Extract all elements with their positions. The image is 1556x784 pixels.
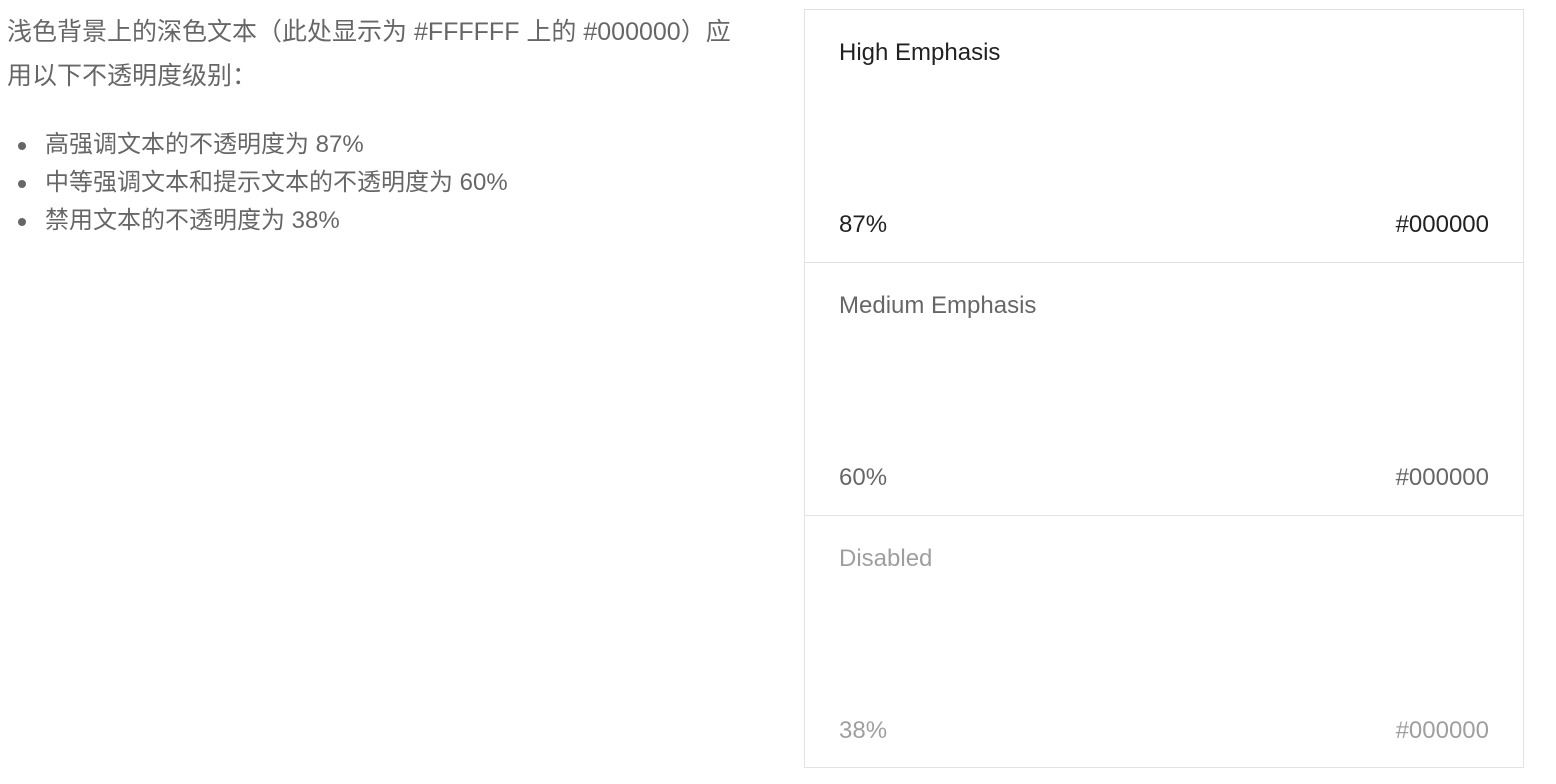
opacity-bullet-list: 高强调文本的不透明度为 87% 中等强调文本和提示文本的不透明度为 60% 禁用… <box>7 126 747 240</box>
bullet-item-high: 高强调文本的不透明度为 87% <box>7 126 747 164</box>
bullet-text: 中等强调文本和提示文本的不透明度为 60% <box>45 169 508 196</box>
opacity-description: 浅色背景上的深色文本（此处显示为 #FFFFFF 上的 #000000）应用以下… <box>7 10 747 240</box>
intro-text: 浅色背景上的深色文本（此处显示为 #FFFFFF 上的 #000000）应用以下… <box>7 18 731 90</box>
swatch-opacity: 38% <box>839 717 888 744</box>
swatch-disabled: Disabled 38% #000000 <box>805 516 1523 768</box>
swatch-hex: #000000 <box>1395 464 1489 491</box>
swatch-high-emphasis: High Emphasis 87% #000000 <box>805 10 1523 263</box>
swatch-name: High Emphasis <box>839 39 1001 66</box>
bullet-dot-icon <box>18 218 26 226</box>
bullet-dot-icon <box>18 142 26 150</box>
swatch-name: Disabled <box>839 545 933 572</box>
bullet-text: 高强调文本的不透明度为 87% <box>45 131 364 158</box>
swatch-name: Medium Emphasis <box>839 292 1037 319</box>
bullet-item-disabled: 禁用文本的不透明度为 38% <box>7 202 747 240</box>
bullet-text: 禁用文本的不透明度为 38% <box>45 207 340 234</box>
swatch-medium-emphasis: Medium Emphasis 60% #000000 <box>805 263 1523 516</box>
bullet-dot-icon <box>18 180 26 188</box>
swatch-opacity: 87% <box>839 211 888 238</box>
bullet-item-medium: 中等强调文本和提示文本的不透明度为 60% <box>7 164 747 202</box>
emphasis-swatch-panel: High Emphasis 87% #000000 Medium Emphasi… <box>804 9 1524 768</box>
swatch-opacity: 60% <box>839 464 888 491</box>
swatch-hex: #000000 <box>1395 211 1489 238</box>
swatch-hex: #000000 <box>1395 717 1489 744</box>
